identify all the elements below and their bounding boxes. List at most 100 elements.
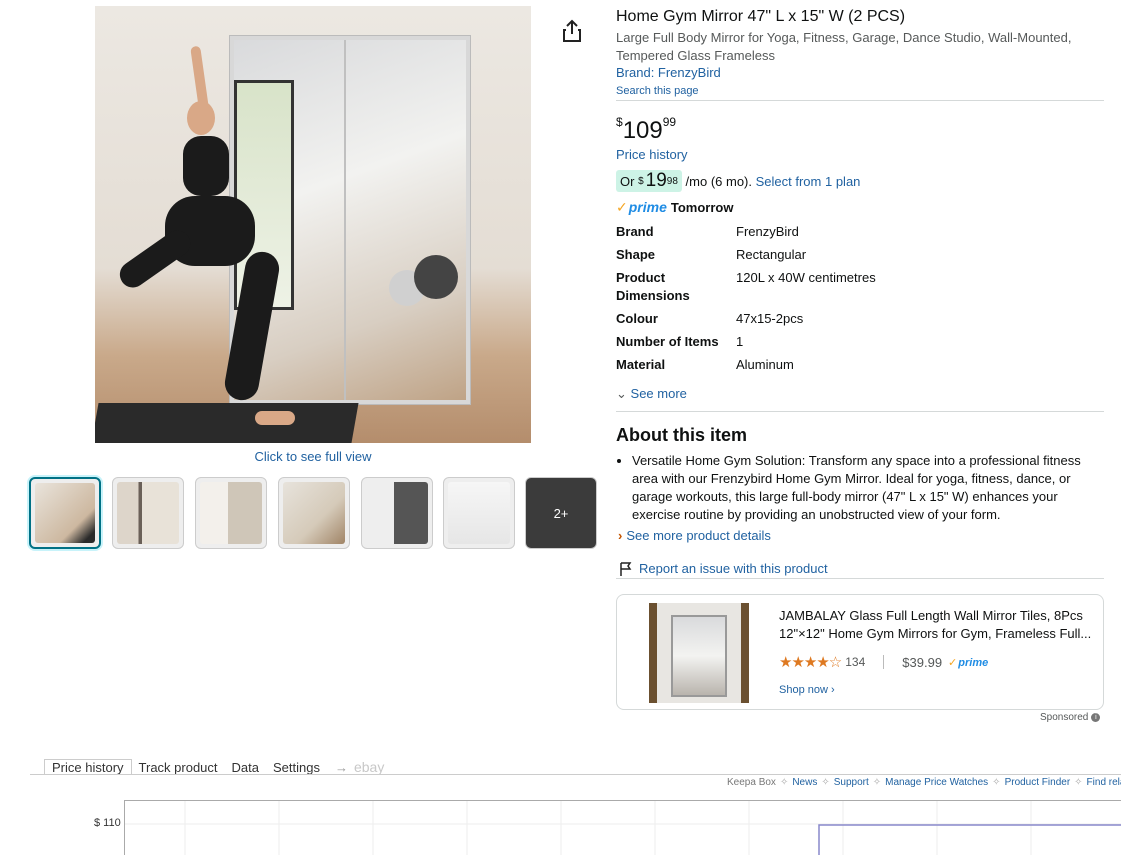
share-icon[interactable] — [561, 19, 583, 43]
prime-delivery: ✓prime Tomorrow — [616, 199, 733, 216]
tab-track-product[interactable]: Track product — [132, 760, 225, 775]
price-fraction: 99 — [662, 115, 677, 129]
spec-row: Colour 47x15-2pcs — [616, 310, 1096, 328]
price-line — [818, 824, 1121, 855]
arrow-right-icon: → — [334, 760, 348, 775]
more-images-label: 2+ — [553, 505, 569, 521]
about-heading: About this item — [616, 425, 747, 445]
y-axis-label: $ 110 — [94, 817, 121, 829]
tab-settings[interactable]: Settings — [266, 760, 327, 775]
spec-row: Product Dimensions 120L x 40W centimetres — [616, 269, 1096, 305]
rating-count[interactable]: 134 — [845, 655, 865, 669]
prime-word: prime — [628, 199, 667, 215]
sponsored-label[interactable]: Sponsored i — [1040, 712, 1101, 723]
keepa-tab-bar: Price history Track product Data Setting… — [30, 757, 384, 775]
find-related-link[interactable]: Find rela — [1087, 777, 1121, 788]
price-symbol: $ — [616, 115, 623, 129]
sponsored-text: Sponsored — [1040, 712, 1089, 723]
prime-check-icon: ✓ — [616, 199, 628, 215]
spec-key: Product Dimensions — [616, 270, 690, 303]
spec-table: Brand FrenzyBird Shape Rectangular Product… — [616, 223, 1096, 379]
price-whole: 109 — [622, 117, 663, 144]
divider — [616, 100, 1104, 101]
thumbnail-1[interactable] — [29, 477, 101, 549]
chevron-down-icon: ⌄ — [616, 386, 627, 401]
mirror-graphic — [230, 36, 470, 404]
about-bullet: Versatile Home Gym Solution: Transform a… — [632, 452, 1104, 524]
support-link[interactable]: Support — [834, 777, 869, 788]
spec-value: Rectangular — [736, 247, 807, 262]
see-more-details-link[interactable]: › See more product details — [618, 528, 771, 543]
product-title: Home Gym Mirror 47" L x 15" W (2 PCS) — [616, 8, 906, 25]
tab-price-history[interactable]: Price history — [44, 759, 132, 775]
prime-word: prime — [958, 656, 989, 669]
divider — [883, 655, 885, 669]
ebay-logo[interactable]: ebay — [354, 759, 384, 775]
spec-value: 120L x 40W centimetres — [736, 270, 876, 285]
star-rating-icon[interactable]: ★★★★☆ — [779, 653, 842, 671]
installment-fraction: 98 — [666, 175, 678, 187]
product-finder-link[interactable]: Product Finder — [1005, 777, 1071, 788]
manage-price-watches-link[interactable]: Manage Price Watches — [885, 777, 988, 788]
divider — [616, 578, 1104, 579]
keepa-tab-underline — [30, 774, 1121, 775]
prime-logo: ✓prime — [616, 199, 667, 216]
see-more-details-label: See more product details — [626, 528, 771, 543]
installment-suffix: /mo (6 mo). — [685, 173, 752, 189]
see-full-view-link[interactable]: Click to see full view — [95, 449, 531, 464]
sponsored-product-image[interactable] — [649, 603, 749, 703]
chart-svg — [125, 801, 1121, 855]
sponsored-rating-row: ★★★★☆ 134 $39.99 ✓prime — [779, 653, 992, 671]
divider — [616, 411, 1104, 412]
thumbnail-3[interactable] — [195, 477, 267, 549]
sponsored-price: $39.99 — [902, 654, 943, 670]
prime-logo: ✓prime — [948, 656, 988, 669]
thumbnail-more[interactable]: 2+ — [525, 477, 597, 549]
thumbnail-6[interactable] — [443, 477, 515, 549]
installment-badge: Or $19 98 — [616, 170, 682, 192]
yoga-mat-graphic — [95, 403, 359, 443]
flag-icon — [620, 561, 632, 576]
thumbnail-4[interactable] — [278, 477, 350, 549]
see-more-label: See more — [630, 386, 687, 401]
chevron-right-icon: › — [618, 528, 623, 543]
price-history-chart[interactable] — [124, 800, 1121, 855]
main-product-image[interactable] — [95, 6, 531, 443]
search-this-page-link[interactable]: Search this page — [616, 85, 699, 97]
installment-offer: Or $19 98 /mo (6 mo). Select from 1 plan — [616, 170, 860, 192]
spec-row: Brand FrenzyBird — [616, 223, 1096, 241]
thumbnail-2[interactable] — [112, 477, 184, 549]
tab-data[interactable]: Data — [225, 760, 266, 775]
report-issue-link[interactable]: Report an issue with this product — [620, 561, 828, 576]
select-plan-link[interactable]: Select from 1 plan — [756, 174, 861, 189]
spec-value: 47x15-2pcs — [736, 311, 804, 326]
news-link[interactable]: News — [792, 777, 817, 788]
prime-check-icon: ✓ — [948, 656, 958, 669]
info-icon: i — [1091, 713, 1101, 722]
keepa-links: Keepa Box ✧ News ✧ Support ✧ Manage Price Watc… — [727, 777, 1121, 788]
see-more-button[interactable]: ⌄ See more — [616, 386, 687, 402]
shop-now-link[interactable]: Shop now › — [779, 684, 835, 696]
sponsored-product-card[interactable]: JAMBALAY Glass Full Length Wall Mirror T… — [616, 594, 1104, 710]
sponsored-product-title[interactable]: JAMBALAY Glass Full Length Wall Mirror T… — [779, 607, 1094, 643]
installment-prefix: Or — [620, 173, 635, 189]
report-issue-label: Report an issue with this product — [639, 561, 828, 576]
spec-key: Colour — [616, 311, 658, 326]
product-subtitle: Large Full Body Mirror for Yoga, Fitness… — [616, 30, 1072, 63]
spec-value: 1 — [736, 334, 744, 349]
spec-row: Shape Rectangular — [616, 246, 1096, 264]
about-list: Versatile Home Gym Solution: Transform a… — [616, 452, 1104, 524]
installment-whole: 19 — [645, 170, 667, 191]
spec-value: Aluminum — [736, 357, 794, 372]
spec-key: Shape — [616, 247, 656, 262]
keepa-box-label: Keepa Box — [727, 777, 776, 788]
price: $10999 — [616, 115, 676, 145]
price-history-link[interactable]: Price history — [616, 147, 688, 162]
spec-key: Material — [616, 357, 666, 372]
thumbnail-5[interactable] — [361, 477, 433, 549]
delivery-day: Tomorrow — [670, 200, 734, 215]
spec-key: Brand — [616, 224, 654, 239]
installment-symbol: $ — [638, 175, 644, 187]
brand-link[interactable]: Brand: FrenzyBird — [616, 65, 721, 80]
spec-key: Number of Items — [616, 334, 719, 349]
